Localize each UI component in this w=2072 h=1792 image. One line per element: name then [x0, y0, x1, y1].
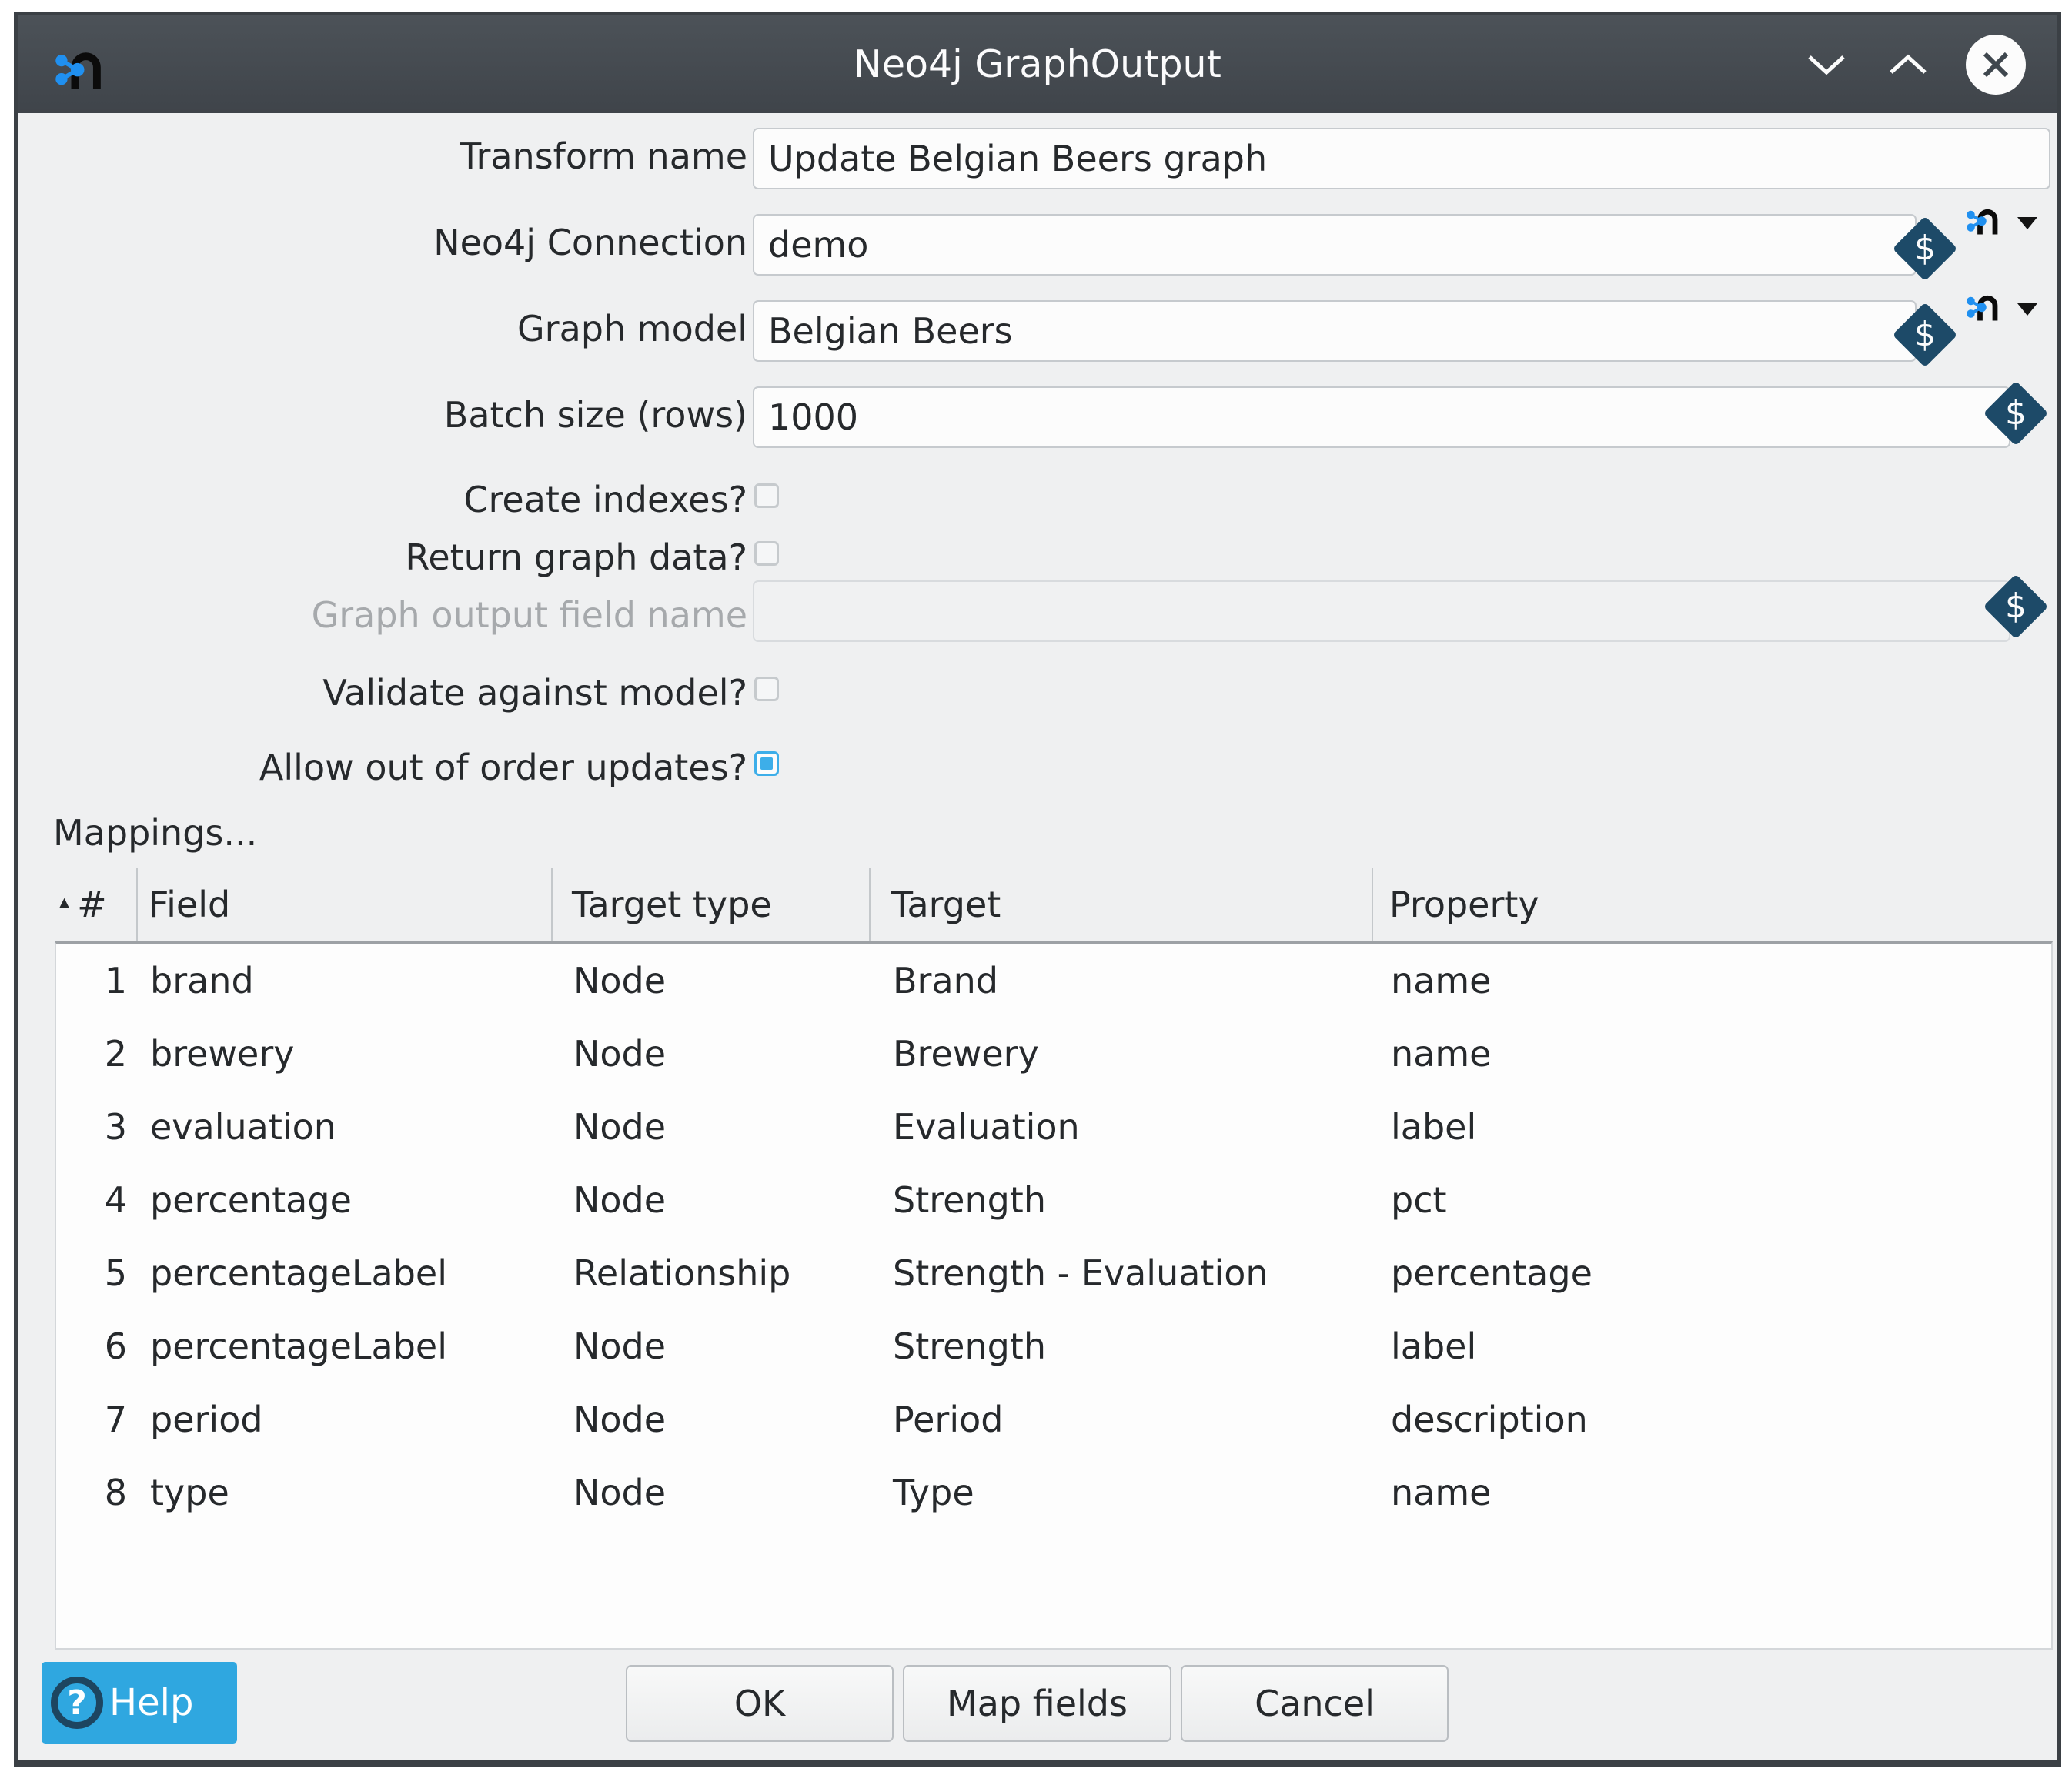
- allow-out-of-order-checkbox[interactable]: [754, 751, 779, 776]
- cell-target-type: Node: [554, 960, 872, 1001]
- mapping-table-row[interactable]: 5 percentageLabel Relationship Strength …: [56, 1236, 2051, 1309]
- mapping-table-row[interactable]: 7 period Node Period description: [56, 1382, 2051, 1456]
- create-indexes-label: Create indexes?: [18, 476, 747, 523]
- mappings-header-row: ▴ # Field Target type Target Property: [55, 868, 2053, 941]
- cell-num: 6: [56, 1326, 139, 1367]
- graph-output-field-input: [753, 580, 2010, 642]
- transform-name-input[interactable]: Update Belgian Beers graph: [753, 128, 2050, 189]
- mapping-table-row[interactable]: 1 brand Node Brand name: [56, 944, 2051, 1017]
- mapping-table-row[interactable]: 6 percentageLabel Node Strength label: [56, 1309, 2051, 1382]
- chevron-down-icon: [1805, 51, 1848, 79]
- close-button[interactable]: [1959, 15, 2033, 113]
- mapping-table-row[interactable]: 2 brewery Node Brewery name: [56, 1017, 2051, 1090]
- cell-field: type: [139, 1472, 554, 1513]
- cell-target-type: Node: [554, 1326, 872, 1367]
- graph-output-field-label: Graph output field name: [18, 592, 747, 638]
- column-header-field[interactable]: Field: [138, 868, 553, 941]
- cell-property: label: [1375, 1106, 2051, 1148]
- cell-target-type: Node: [554, 1399, 872, 1440]
- cell-property: name: [1375, 960, 2051, 1001]
- cell-target: Brewery: [872, 1033, 1375, 1075]
- chevron-up-icon: [1887, 51, 1930, 79]
- validate-model-checkbox[interactable]: [754, 677, 779, 701]
- cell-target-type: Relationship: [554, 1252, 872, 1294]
- maximize-button[interactable]: [1871, 15, 1945, 113]
- cell-field: period: [139, 1399, 554, 1440]
- graph-model-picker-caret-icon[interactable]: [2017, 303, 2037, 316]
- cell-num: 4: [56, 1179, 139, 1221]
- return-graph-data-checkbox[interactable]: [754, 541, 779, 566]
- column-header-target-type[interactable]: Target type: [553, 868, 871, 941]
- cell-target: Period: [872, 1399, 1375, 1440]
- mappings-table: ▴ # Field Target type Target Property 1 …: [55, 868, 2053, 1650]
- sort-ascending-icon: ▴: [59, 891, 69, 914]
- titlebar[interactable]: Neo4j GraphOutput: [18, 15, 2057, 113]
- neo4j-graphoutput-dialog: Neo4j GraphOutput T: [14, 12, 2061, 1767]
- ok-button[interactable]: OK: [626, 1665, 894, 1742]
- map-fields-button[interactable]: Map fields: [903, 1665, 1171, 1742]
- cell-target-type: Node: [554, 1179, 872, 1221]
- cell-property: name: [1375, 1033, 2051, 1075]
- cell-target: Strength: [872, 1326, 1375, 1367]
- cell-target: Strength: [872, 1179, 1375, 1221]
- create-indexes-checkbox[interactable]: [754, 483, 779, 508]
- mapping-table-row[interactable]: 8 type Node Type name: [56, 1456, 2051, 1529]
- allow-out-of-order-label: Allow out of order updates?: [18, 744, 747, 791]
- connection-picker-caret-icon[interactable]: [2017, 217, 2037, 229]
- cell-property: pct: [1375, 1179, 2051, 1221]
- screen: Neo4j GraphOutput T: [0, 0, 2072, 1792]
- cell-property: name: [1375, 1472, 2051, 1513]
- cell-num: 3: [56, 1106, 139, 1148]
- cell-property: label: [1375, 1326, 2051, 1367]
- return-graph-data-label: Return graph data?: [18, 534, 747, 580]
- cell-target: Strength - Evaluation: [872, 1252, 1375, 1294]
- validate-model-label: Validate against model?: [18, 670, 747, 716]
- batch-size-label: Batch size (rows): [18, 392, 747, 438]
- graph-model-label: Graph model: [18, 306, 747, 352]
- cell-field: percentageLabel: [139, 1326, 554, 1367]
- cell-field: brewery: [139, 1033, 554, 1075]
- mappings-body[interactable]: 1 brand Node Brand name 2 brewery Node B…: [55, 941, 2053, 1650]
- mapping-table-row[interactable]: 4 percentage Node Strength pct: [56, 1163, 2051, 1236]
- transform-name-label: Transform name: [18, 133, 747, 179]
- help-button[interactable]: ? Help: [42, 1662, 237, 1744]
- cell-field: percentageLabel: [139, 1252, 554, 1294]
- column-header-property[interactable]: Property: [1373, 868, 2053, 941]
- cell-property: description: [1375, 1399, 2051, 1440]
- cell-property: percentage: [1375, 1252, 2051, 1294]
- cell-target-type: Node: [554, 1472, 872, 1513]
- graph-model-neo4j-picker-icon[interactable]: [1965, 285, 2002, 322]
- graph-model-combo[interactable]: Belgian Beers: [753, 300, 1917, 362]
- cell-target-type: Node: [554, 1106, 872, 1148]
- cell-field: brand: [139, 960, 554, 1001]
- mappings-section-label: Mappings...: [53, 812, 257, 854]
- cell-target: Type: [872, 1472, 1375, 1513]
- cell-target: Brand: [872, 960, 1375, 1001]
- cell-target: Evaluation: [872, 1106, 1375, 1148]
- column-header-num[interactable]: ▴ #: [55, 868, 138, 941]
- cell-field: evaluation: [139, 1106, 554, 1148]
- connection-neo4j-picker-icon[interactable]: [1965, 199, 2002, 236]
- cell-num: 1: [56, 960, 139, 1001]
- close-x-icon: [1966, 35, 2026, 95]
- cell-num: 5: [56, 1252, 139, 1294]
- cell-field: percentage: [139, 1179, 554, 1221]
- connection-label: Neo4j Connection: [18, 219, 747, 266]
- cancel-button[interactable]: Cancel: [1181, 1665, 1449, 1742]
- cell-num: 8: [56, 1472, 139, 1513]
- connection-combo[interactable]: demo: [753, 214, 1917, 276]
- question-mark-icon: ?: [51, 1677, 103, 1729]
- batch-size-input[interactable]: 1000: [753, 386, 2010, 448]
- cell-num: 7: [56, 1399, 139, 1440]
- window-title: Neo4j GraphOutput: [18, 15, 2057, 113]
- cell-num: 2: [56, 1033, 139, 1075]
- mapping-table-row[interactable]: 3 evaluation Node Evaluation label: [56, 1090, 2051, 1163]
- minimize-button[interactable]: [1790, 15, 1863, 113]
- cell-target-type: Node: [554, 1033, 872, 1075]
- column-header-target[interactable]: Target: [871, 868, 1373, 941]
